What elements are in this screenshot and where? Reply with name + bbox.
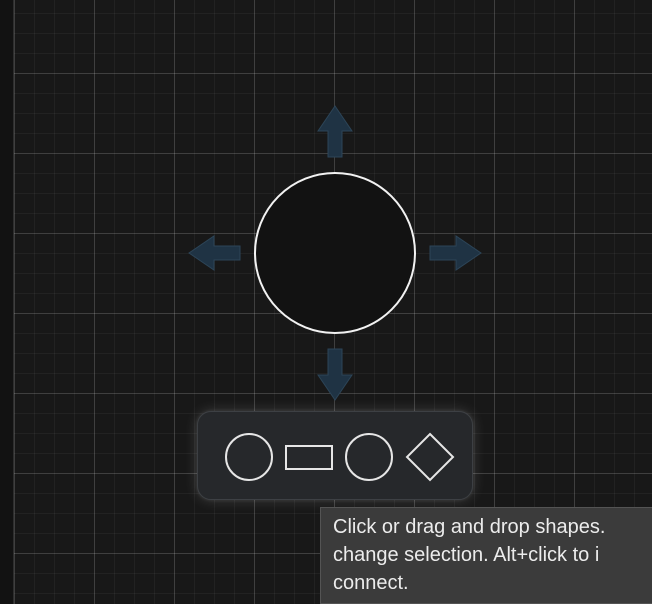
tooltip-line: Click or drag and drop shapes. xyxy=(333,516,606,538)
tooltip-line: change selection. Alt+click to i xyxy=(333,544,600,566)
tooltip-line: connect. xyxy=(333,572,409,594)
circle-shape-button[interactable] xyxy=(341,428,397,484)
connect-arrow-right[interactable] xyxy=(429,235,482,271)
connect-arrow-up[interactable] xyxy=(317,105,353,158)
rectangle-shape-button[interactable] xyxy=(281,428,337,484)
shape-picker-toolbar xyxy=(197,411,473,500)
circle-icon xyxy=(345,433,393,481)
ellipse-shape-button[interactable] xyxy=(221,428,277,484)
diamond-icon xyxy=(405,432,455,482)
ellipse-icon xyxy=(225,433,273,481)
connect-arrow-down[interactable] xyxy=(317,348,353,401)
selected-ellipse-shape[interactable] xyxy=(254,172,416,334)
shapes-tooltip: Click or drag and drop shapes. change se… xyxy=(320,507,652,604)
diagram-canvas[interactable]: Click or drag and drop shapes. change se… xyxy=(0,0,652,604)
connect-arrow-left[interactable] xyxy=(188,235,241,271)
diamond-shape-button[interactable] xyxy=(401,428,457,484)
rectangle-icon xyxy=(285,445,333,470)
